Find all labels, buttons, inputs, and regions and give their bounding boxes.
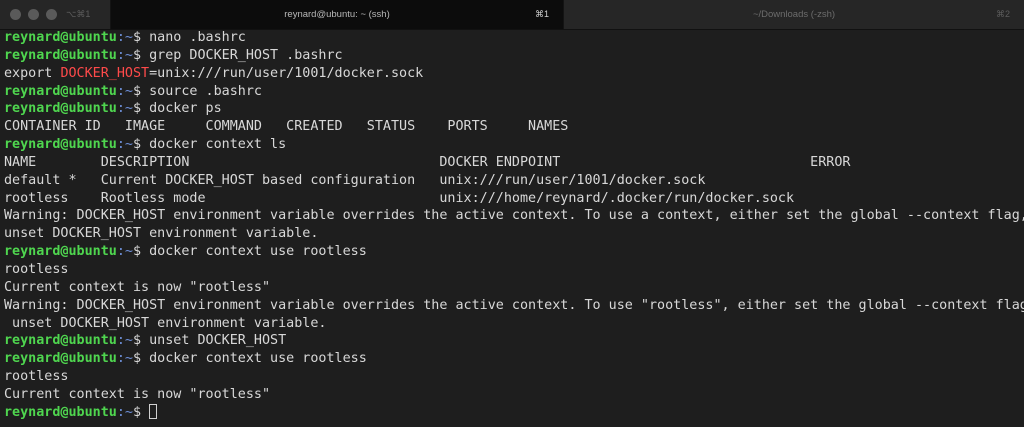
output-text: rootless Rootless mode unix:///home/reyn… (4, 190, 795, 206)
tab-title: ~/Downloads (-zsh) (752, 9, 836, 20)
terminal-window: ⌥⌘1 reynard@ubuntu: ~ (ssh) ⌘1 ~/Downloa… (0, 0, 1024, 427)
output-text: unset DOCKER_HOST environment variable. (4, 315, 327, 331)
command-line: reynard@ubuntu:~$ docker context use roo… (4, 350, 1022, 368)
output-line: rootless (4, 368, 1022, 386)
prompt-user: reynard@ubuntu (4, 47, 117, 63)
output-line: rootless Rootless mode unix:///home/reyn… (4, 190, 1022, 208)
prompt-symbol: $ (133, 30, 150, 45)
prompt-path: :~ (116, 244, 133, 260)
output-text: Current context is now "rootless" (4, 279, 271, 295)
command-text: docker context ls (149, 137, 287, 153)
output-text: rootless (4, 369, 69, 385)
command-line: reynard@ubuntu:~$ grep DOCKER_HOST .bash… (4, 47, 1022, 65)
prompt-symbol: $ (133, 244, 150, 260)
output-text: NAME DESCRIPTION DOCKER ENDPOINT ERROR (4, 154, 851, 170)
command-text: unset DOCKER_HOST (149, 333, 287, 349)
command-line: reynard@ubuntu:~$ docker ps (4, 100, 1022, 118)
output-line: CONTAINER ID IMAGE COMMAND CREATED STATU… (4, 118, 1022, 136)
output-line: Current context is now "rootless" (4, 279, 1022, 297)
highlighted-match: DOCKER_HOST (60, 65, 150, 81)
command-line: reynard@ubuntu:~$ docker context ls (4, 136, 1022, 154)
minimize-window-icon[interactable] (28, 9, 39, 20)
prompt-user: reynard@ubuntu (4, 83, 117, 99)
terminal-output[interactable]: reynard@ubuntu:~$ nano .bashrc reynard@ub… (4, 29, 1024, 425)
output-line: unset DOCKER_HOST environment variable. (4, 315, 1022, 333)
prompt-path: :~ (116, 137, 133, 153)
output-line: Current context is now "rootless" (4, 386, 1022, 404)
prompt-symbol: $ (133, 137, 150, 153)
command-line: reynard@ubuntu:~$ docker context use roo… (4, 243, 1022, 261)
prompt-path: :~ (116, 351, 133, 367)
prompt-symbol: $ (133, 333, 150, 349)
tab-ssh[interactable]: reynard@ubuntu: ~ (ssh) ⌘1 (110, 0, 563, 29)
output-line: Warning: DOCKER_HOST environment variabl… (4, 207, 1024, 225)
prompt-user: reynard@ubuntu (4, 333, 117, 349)
output-line: NAME DESCRIPTION DOCKER ENDPOINT ERROR (4, 154, 1022, 172)
tab-downloads[interactable]: ~/Downloads (-zsh) ⌘2 (563, 0, 1024, 29)
output-text: CONTAINER ID IMAGE COMMAND CREATED STATU… (4, 119, 569, 135)
command-text: docker ps (149, 101, 222, 117)
prompt-user: reynard@ubuntu (4, 101, 117, 117)
window-shortcut: ⌥⌘1 (66, 9, 91, 19)
command-line: reynard@ubuntu:~$ source .bashrc (4, 83, 1022, 101)
output-line: Warning: DOCKER_HOST environment variabl… (4, 297, 1024, 315)
prompt-path: :~ (116, 101, 133, 117)
window-controls: ⌥⌘1 (0, 0, 110, 29)
command-text: nano .bashrc (149, 30, 246, 45)
output-line: unset DOCKER_HOST environment variable. (4, 225, 1022, 243)
output-line: default * Current DOCKER_HOST based conf… (4, 172, 1022, 190)
output-text: rootless (4, 261, 69, 277)
prompt-user: reynard@ubuntu (4, 137, 117, 153)
tab-title: reynard@ubuntu: ~ (ssh) (284, 9, 390, 20)
prompt-symbol: $ (133, 47, 150, 63)
zoom-window-icon[interactable] (46, 9, 57, 20)
prompt-user: reynard@ubuntu (4, 30, 117, 45)
prompt-symbol: $ (133, 404, 150, 420)
output-line: rootless (4, 261, 1022, 279)
active-prompt-line: reynard@ubuntu:~$ (4, 403, 1022, 422)
command-line: reynard@ubuntu:~$ nano .bashrc (4, 29, 1022, 47)
prompt-path: :~ (116, 333, 133, 349)
output-text: export (4, 65, 61, 81)
tab-shortcut: ⌘2 (995, 9, 1010, 19)
cursor-icon (149, 403, 158, 419)
title-bar: ⌥⌘1 reynard@ubuntu: ~ (ssh) ⌘1 ~/Downloa… (0, 0, 1024, 30)
close-window-icon[interactable] (10, 9, 21, 20)
tab-shortcut: ⌘1 (534, 9, 549, 19)
prompt-path: :~ (116, 30, 133, 45)
output-text: unset DOCKER_HOST environment variable. (4, 226, 319, 242)
output-text: Warning: DOCKER_HOST environment variabl… (4, 208, 1024, 224)
output-line: export DOCKER_HOST=unix:///run/user/1001… (4, 65, 1022, 83)
output-text: default * Current DOCKER_HOST based conf… (4, 172, 706, 188)
command-text: docker context use rootless (149, 244, 367, 260)
output-text: Warning: DOCKER_HOST environment variabl… (4, 297, 1024, 313)
output-text: Current context is now "rootless" (4, 386, 271, 402)
prompt-path: :~ (116, 47, 133, 63)
command-text: source .bashrc (149, 83, 262, 99)
command-text: grep DOCKER_HOST .bashrc (149, 47, 343, 63)
output-text: =unix:///run/user/1001/docker.sock (149, 65, 424, 81)
prompt-path: :~ (116, 404, 133, 420)
prompt-user: reynard@ubuntu (4, 404, 117, 420)
prompt-symbol: $ (133, 83, 150, 99)
prompt-symbol: $ (133, 101, 150, 117)
prompt-user: reynard@ubuntu (4, 351, 117, 367)
command-text: docker context use rootless (149, 351, 367, 367)
prompt-path: :~ (116, 83, 133, 99)
prompt-symbol: $ (133, 351, 150, 367)
prompt-user: reynard@ubuntu (4, 244, 117, 260)
command-line: reynard@ubuntu:~$ unset DOCKER_HOST (4, 332, 1022, 350)
